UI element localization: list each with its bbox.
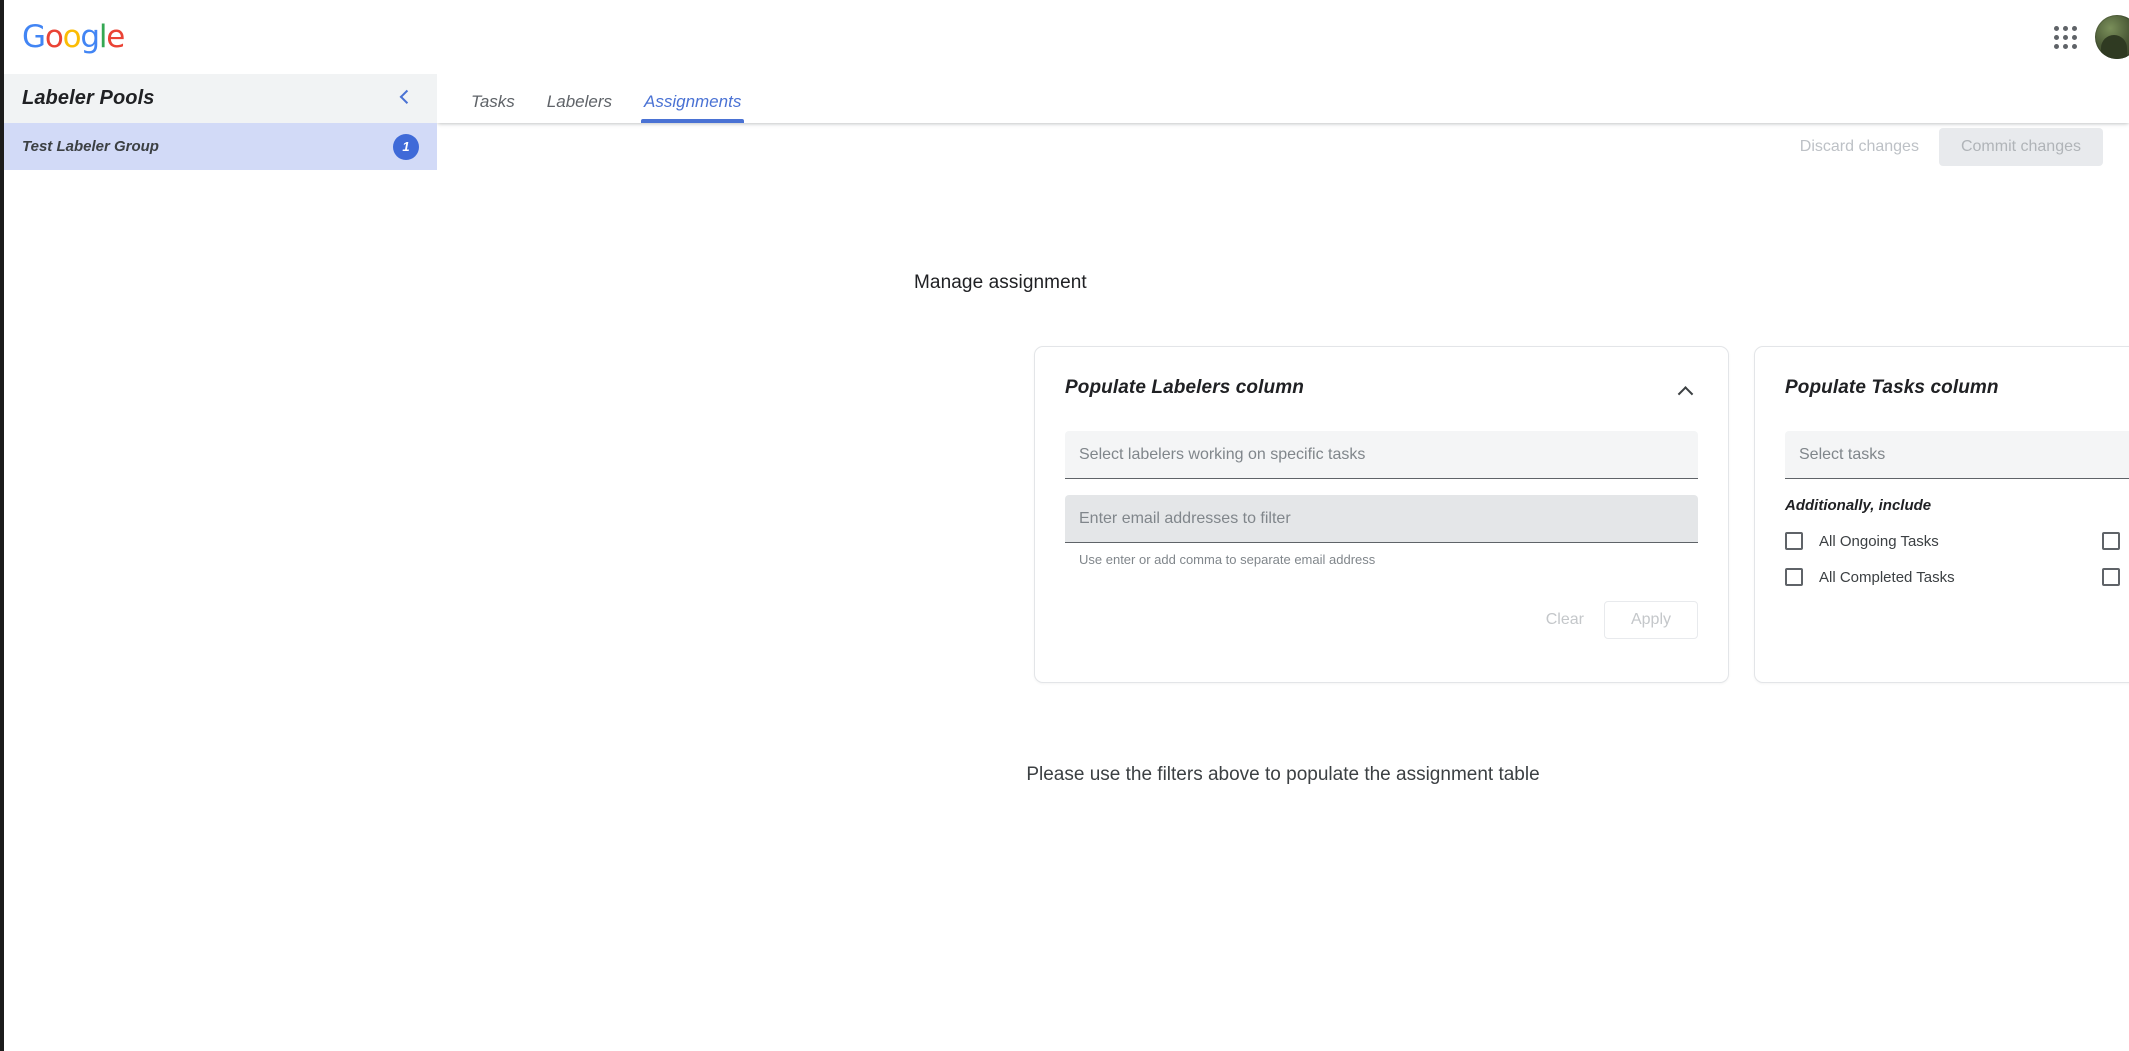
labelers-apply-button[interactable]: Apply	[1604, 601, 1698, 639]
checkbox-box-icon[interactable]	[1785, 532, 1803, 550]
manage-assignment-heading: Manage assignment	[914, 272, 1087, 294]
sidebar: Labeler Pools Test Labeler Group 1	[0, 74, 437, 1051]
tasks-card-actions: Clear Apply	[1785, 620, 2129, 658]
window-left-edge	[0, 0, 4, 1051]
filter-cards-row: Populate Labelers column Select labelers…	[1034, 346, 2129, 683]
populate-tasks-card: Populate Tasks column Select tasks Addit…	[1754, 346, 2129, 683]
commit-changes-button[interactable]: Commit changes	[1939, 128, 2103, 166]
apps-grid-dot	[2063, 44, 2068, 49]
apps-grid-dot	[2054, 26, 2059, 31]
email-filter-field[interactable]: Enter email addresses to filter	[1065, 495, 1698, 543]
sidebar-item-test-labeler-group[interactable]: Test Labeler Group 1	[0, 123, 437, 170]
select-tasks-placeholder: Select tasks	[1799, 446, 1885, 464]
apps-grid-dot	[2054, 44, 2059, 49]
email-filter-placeholder: Enter email addresses to filter	[1079, 510, 1291, 528]
field-spacer	[1065, 479, 1698, 495]
labeler-pool-list: Test Labeler Group 1	[0, 123, 437, 170]
apps-grid-dot	[2072, 35, 2077, 40]
chevron-left-icon[interactable]	[393, 86, 419, 112]
tasks-card-header: Populate Tasks column	[1785, 377, 2129, 405]
avatar[interactable]	[2095, 15, 2129, 59]
logo-letter-6: e	[106, 18, 124, 56]
select-labelers-placeholder: Select labelers working on specific task…	[1079, 446, 1365, 464]
main-content: Tasks Labelers Assignments Discard chang…	[437, 74, 2129, 1051]
checkbox-label: All Ongoing Tasks	[1819, 533, 1939, 550]
page-title: Labeler Pools	[22, 87, 393, 110]
checkbox-box-icon[interactable]	[2102, 568, 2120, 586]
labelers-card-actions: Clear Apply	[1065, 601, 1698, 639]
logo-letter-1: G	[22, 18, 45, 56]
chevron-up-glyph	[1677, 386, 1693, 402]
apps-grid-dot	[2072, 44, 2077, 49]
logo-letter-4: g	[80, 18, 98, 56]
tab-bar: Tasks Labelers Assignments	[437, 74, 2129, 123]
additionally-include-label: Additionally, include	[1785, 497, 2129, 514]
empty-state-message: Please use the filters above to populate…	[437, 764, 2129, 786]
checkbox-box-icon[interactable]	[2102, 532, 2120, 550]
tab-assignments[interactable]: Assignments	[628, 92, 757, 123]
google-logo[interactable]: Google	[22, 18, 124, 56]
checkbox-all-paused-tasks[interactable]: All Paused Tasks	[2102, 568, 2129, 586]
action-toolbar: Discard changes Commit changes	[437, 123, 2129, 171]
apps-grid-dot	[2072, 26, 2077, 31]
task-filter-checkbox-grid: All Ongoing Tasks All Unassigned Tasks A…	[1785, 532, 2129, 586]
labelers-card-header: Populate Labelers column	[1065, 377, 1698, 405]
checkbox-box-icon[interactable]	[1785, 568, 1803, 586]
select-labelers-field[interactable]: Select labelers working on specific task…	[1065, 431, 1698, 479]
logo-letter-3: o	[63, 18, 81, 56]
checkbox-all-unassigned-tasks[interactable]: All Unassigned Tasks	[2102, 532, 2129, 550]
labelers-card-title: Populate Labelers column	[1065, 377, 1304, 399]
chevron-left-glyph	[400, 89, 414, 103]
discard-changes-button[interactable]: Discard changes	[1784, 129, 1935, 165]
top-bar: Google	[0, 0, 2129, 74]
labelers-clear-button[interactable]: Clear	[1532, 602, 1598, 638]
checkbox-label: All Completed Tasks	[1819, 569, 1955, 586]
logo-letter-5: l	[99, 18, 106, 56]
apps-grid-dot	[2063, 26, 2068, 31]
tasks-card-title: Populate Tasks column	[1785, 377, 1999, 399]
populate-labelers-card: Populate Labelers column Select labelers…	[1034, 346, 1729, 683]
tab-labelers[interactable]: Labelers	[531, 92, 628, 123]
checkbox-all-completed-tasks[interactable]: All Completed Tasks	[1785, 568, 2102, 586]
email-filter-help-text: Use enter or add comma to separate email…	[1079, 552, 1698, 567]
chevron-up-icon[interactable]	[1672, 379, 1698, 405]
logo-letter-2: o	[45, 18, 63, 56]
sidebar-header: Labeler Pools	[0, 74, 437, 123]
checkbox-all-ongoing-tasks[interactable]: All Ongoing Tasks	[1785, 532, 2102, 550]
apps-grid-dot	[2063, 35, 2068, 40]
status-badge: 1	[393, 134, 419, 160]
tab-tasks[interactable]: Tasks	[455, 92, 531, 123]
sidebar-item-label: Test Labeler Group	[22, 138, 393, 155]
apps-grid-icon[interactable]	[2051, 23, 2079, 51]
apps-grid-dot	[2054, 35, 2059, 40]
select-tasks-field[interactable]: Select tasks	[1785, 431, 2129, 479]
